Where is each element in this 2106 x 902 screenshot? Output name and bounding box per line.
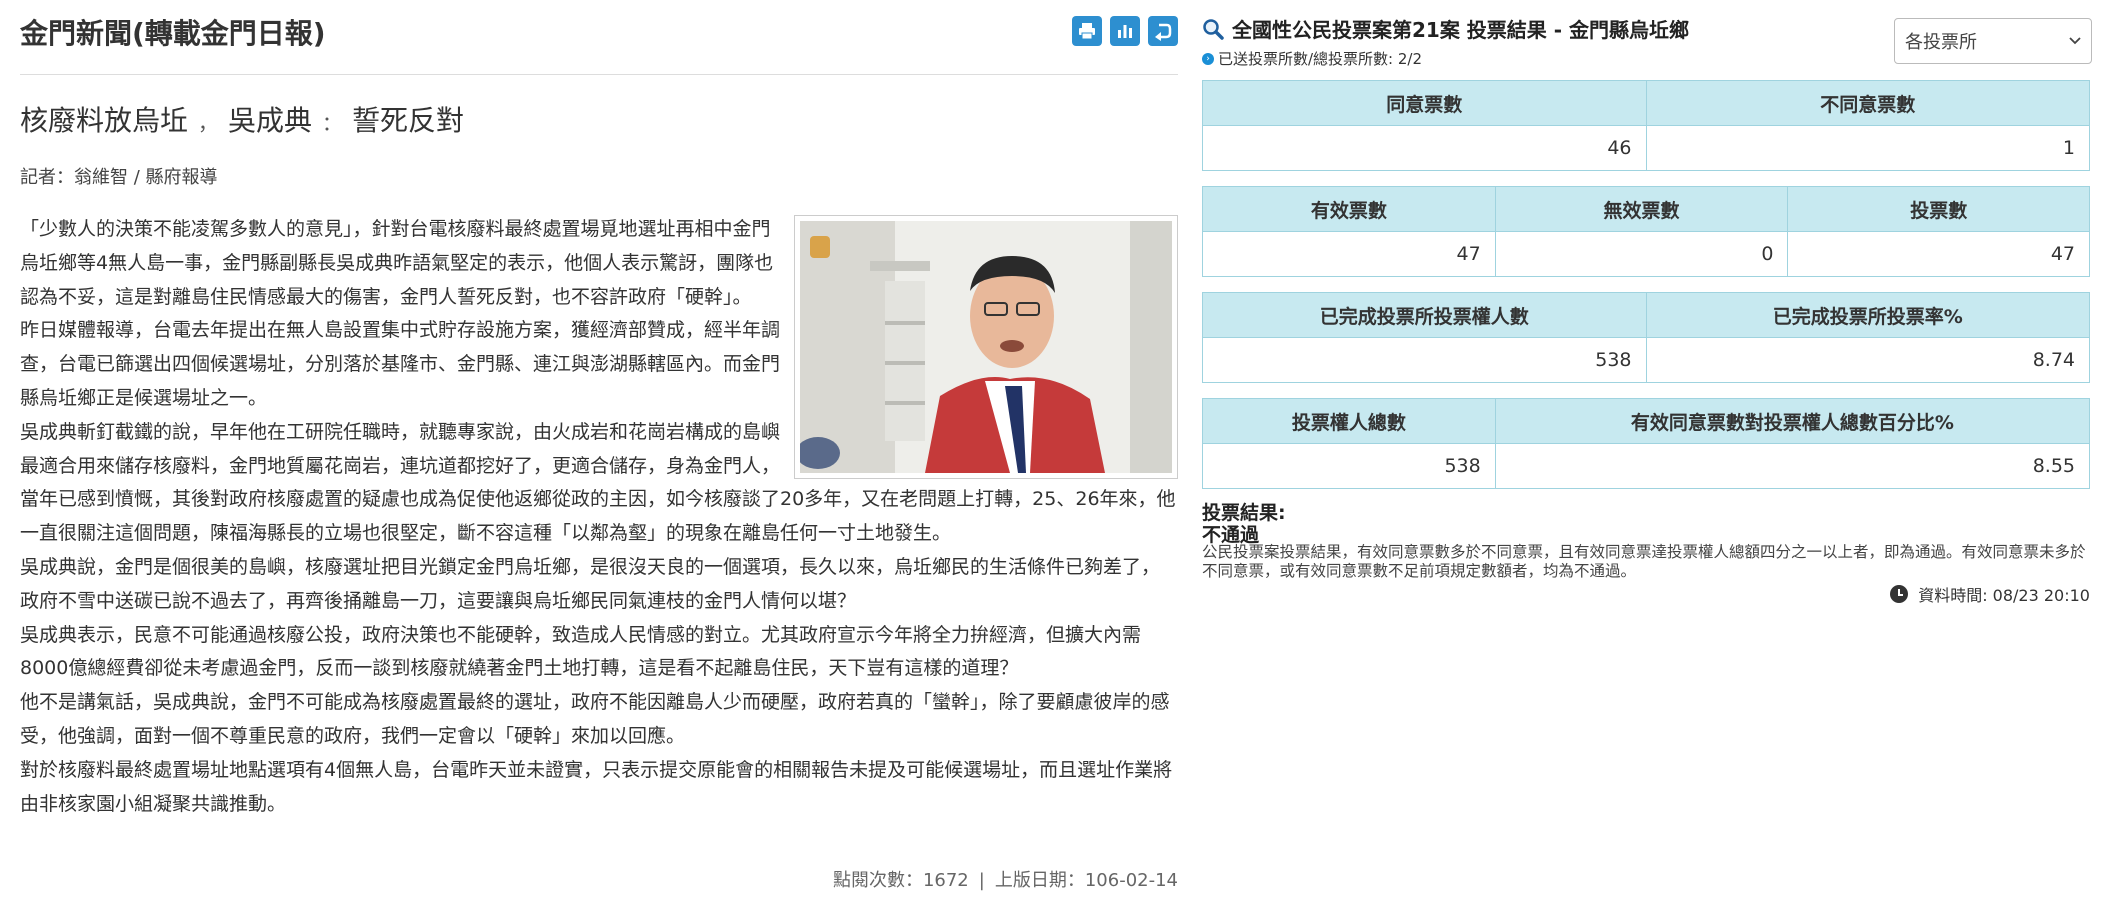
print-icon bbox=[1079, 23, 1095, 40]
clock-icon bbox=[1890, 585, 1909, 603]
update-time-text: 資料時間: 08/23 20:10 bbox=[1918, 586, 2090, 605]
news-article-section: 金門新聞(轉載金門日報) 核廢料放烏坵 ， 吳成典 ： 誓死反對 記者：翁維智 … bbox=[20, 0, 1178, 902]
ballot-summary-table: 有效票數 無效票數 投票數 47 0 47 bbox=[1202, 186, 2090, 277]
headline-sep-1: ， bbox=[198, 111, 219, 135]
article-body: 「少數人的決策不能凌駕多數人的意見」，針對台電核廢料最終處置場覓地選址再相中金門… bbox=[20, 213, 1178, 821]
eligible-completed-value: 538 bbox=[1202, 337, 1647, 383]
article-photo[interactable] bbox=[794, 215, 1178, 479]
publish-date: 106-02-14 bbox=[1084, 870, 1178, 891]
print-button[interactable] bbox=[1072, 16, 1102, 46]
article-footer: 點閱次數：1672 | 上版日期：106-02-14 bbox=[833, 866, 1178, 892]
referendum-title: 全國性公民投票案第21案 投票結果 - 金門縣烏坵鄉 bbox=[1202, 14, 1689, 43]
invalid-votes-value: 0 bbox=[1494, 231, 1789, 277]
agree-votes-header: 同意票數 bbox=[1202, 80, 1647, 126]
station-select[interactable]: 各投票所 bbox=[1894, 18, 2092, 64]
article-paragraph-7: 對於核廢料最終處置場址地點選項有4個無人島，台電昨天並未證實，只表示提交原能會的… bbox=[20, 758, 1173, 815]
news-header: 金門新聞(轉載金門日報) bbox=[20, 0, 1178, 75]
valid-votes-header: 有效票數 bbox=[1202, 186, 1496, 232]
headline-part-2: 吳成典 bbox=[228, 104, 313, 137]
official-portrait-photo bbox=[800, 221, 1172, 473]
back-button[interactable] bbox=[1148, 16, 1178, 46]
chevron-down-icon bbox=[2069, 37, 2081, 45]
stations-reported-text: 已送投票所數/總投票所數: 2/2 bbox=[1218, 50, 1423, 68]
result-note: 公民投票案投票結果，有效同意票數多於不同意票，且有效同意票達投票權人總額四分之一… bbox=[1202, 543, 2086, 580]
agree-votes-value: 46 bbox=[1202, 125, 1647, 171]
photo-image bbox=[800, 221, 1172, 473]
chart-button[interactable] bbox=[1110, 16, 1140, 46]
stations-reported: › 已送投票所數/總投票所數: 2/2 bbox=[1202, 48, 1422, 69]
disagree-votes-header: 不同意票數 bbox=[1645, 80, 2090, 126]
total-votes-value: 47 bbox=[1787, 231, 2090, 277]
invalid-votes-header: 無效票數 bbox=[1494, 186, 1789, 232]
headline-sep-2: ： bbox=[322, 111, 343, 135]
turnout-rate-value: 8.74 bbox=[1645, 337, 2090, 383]
headline-part-1: 核廢料放烏坵 bbox=[20, 104, 189, 137]
eligible-voters-table: 投票權人總數 有效同意票數對投票權人總數百分比% 538 8.55 bbox=[1202, 398, 2091, 489]
referendum-results-panel: 全國性公民投票案第21案 投票結果 - 金門縣烏坵鄉 › 已送投票所數/總投票所… bbox=[1202, 0, 2092, 902]
data-update-time: 資料時間: 08/23 20:10 bbox=[1890, 582, 2090, 606]
agree-percentage-header: 有效同意票數對投票權人總數百分比% bbox=[1494, 398, 2091, 444]
footer-divider: | bbox=[978, 870, 985, 891]
eligible-total-header: 投票權人總數 bbox=[1202, 398, 1496, 444]
station-select-value: 各投票所 bbox=[1905, 32, 1977, 53]
eligible-total-value: 538 bbox=[1202, 443, 1496, 489]
disagree-votes-value: 1 bbox=[1645, 125, 2090, 171]
valid-votes-value: 47 bbox=[1202, 231, 1496, 277]
turnout-rate-header: 已完成投票所投票率% bbox=[1645, 292, 2090, 338]
bar-chart-icon bbox=[1118, 25, 1132, 38]
headline-part-3: 誓死反對 bbox=[352, 104, 465, 137]
agree-percentage-value: 8.55 bbox=[1494, 443, 2091, 489]
article-paragraph-5: 吳成典表示，民意不可能通過核廢公投，政府決策也不能硬幹，致造成人民情感的對立。尤… bbox=[20, 623, 1142, 680]
total-votes-header: 投票數 bbox=[1787, 186, 2090, 232]
turnout-table: 已完成投票所投票權人數 已完成投票所投票率% 538 8.74 bbox=[1202, 292, 2090, 383]
article-toolbar bbox=[1072, 16, 1178, 46]
article-reporter: 記者：翁維智 / 縣府報導 bbox=[20, 167, 218, 188]
referendum-title-text: 全國性公民投票案第21案 投票結果 - 金門縣烏坵鄉 bbox=[1232, 18, 1690, 42]
date-label: 上版日期： bbox=[994, 870, 1085, 891]
article-paragraph-6: 他不是講氣話，吳成典說，金門不可能成為核廢處置最終的選址，政府不能因離島人少而硬… bbox=[20, 691, 1170, 747]
search-icon bbox=[1203, 18, 1224, 40]
eligible-completed-header: 已完成投票所投票權人數 bbox=[1202, 292, 1647, 338]
views-label: 點閱次數： bbox=[832, 870, 923, 891]
article-headline: 核廢料放烏坵 ， 吳成典 ： 誓死反對 bbox=[20, 99, 1178, 143]
views-count: 1672 bbox=[922, 870, 969, 891]
back-arrow-icon bbox=[1155, 23, 1172, 41]
news-site-title: 金門新聞(轉載金門日報) bbox=[20, 17, 326, 50]
article-paragraph-4: 吳成典說，金門是個很美的島嶼，核廢選址把目光鎖定金門烏坵鄉，是很沒天良的一個選項… bbox=[20, 555, 1161, 612]
vote-count-table: 同意票數 不同意票數 46 1 bbox=[1202, 80, 2090, 171]
chevron-right-icon: › bbox=[1202, 52, 1214, 65]
